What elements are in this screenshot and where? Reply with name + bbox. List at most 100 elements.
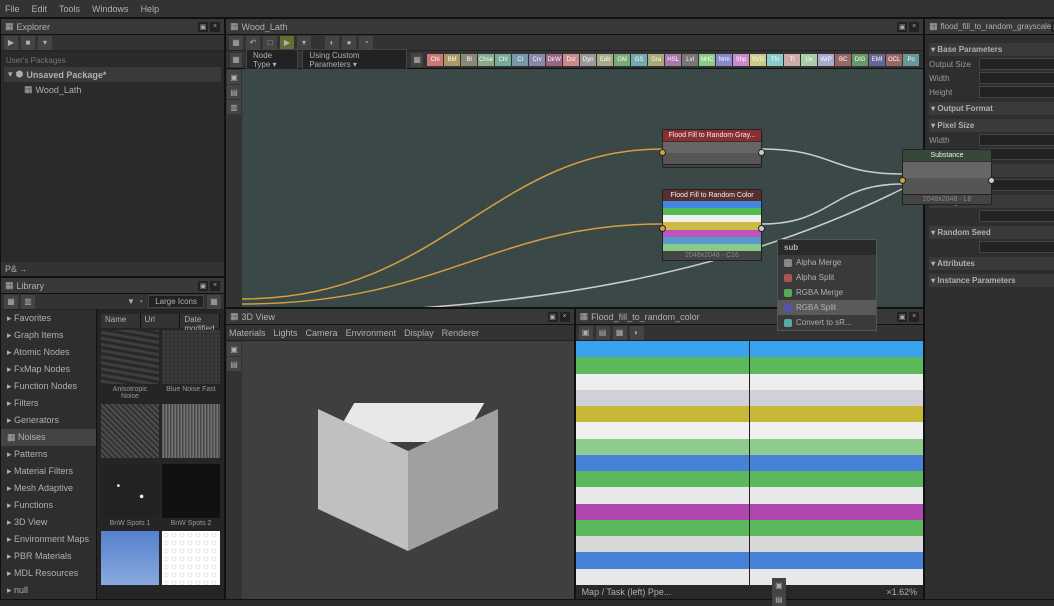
2dview-canvas-dup[interactable] bbox=[749, 341, 923, 585]
library-tool[interactable]: ▥ bbox=[21, 295, 35, 309]
context-menu-item[interactable]: Alpha Split bbox=[778, 270, 876, 285]
panel-pin-icon[interactable]: ▣ bbox=[548, 312, 558, 322]
graph-tool[interactable]: ▾ bbox=[297, 36, 311, 50]
prop-section[interactable]: ▾ Random Seed bbox=[929, 226, 1054, 239]
tree-graph-item[interactable]: ▦ Wood_Lath bbox=[4, 82, 221, 97]
prop-section[interactable]: ▾ Output Format bbox=[929, 102, 1054, 115]
node-tag[interactable]: Ux bbox=[801, 54, 817, 66]
panel-pin-icon[interactable]: ▣ bbox=[897, 22, 907, 32]
node-tag[interactable]: Gra bbox=[648, 54, 664, 66]
status-tool[interactable]: ▣ bbox=[772, 578, 786, 592]
menu-windows[interactable]: Windows bbox=[92, 4, 129, 14]
node-tag[interactable]: Chse bbox=[478, 54, 494, 66]
library-cat[interactable]: ▸ MDL Resources bbox=[1, 565, 96, 582]
node-tag[interactable]: Tl bbox=[784, 54, 800, 66]
graph-tool[interactable]: □ bbox=[263, 36, 277, 50]
node-port-in[interactable] bbox=[659, 149, 666, 156]
graph-node[interactable]: Flood Fill to Random Gray... bbox=[662, 129, 762, 168]
node-port-in[interactable] bbox=[899, 177, 906, 184]
3dview-menu-env[interactable]: Environment bbox=[346, 328, 397, 338]
node-tag[interactable]: DIG bbox=[852, 54, 868, 66]
3dview-menu-renderer[interactable]: Renderer bbox=[442, 328, 480, 338]
prop-input[interactable] bbox=[979, 210, 1054, 222]
panel-pin-icon[interactable]: ▣ bbox=[198, 281, 208, 291]
3dview-menu-materials[interactable]: Materials bbox=[229, 328, 266, 338]
node-tag[interactable]: NHC bbox=[699, 54, 715, 66]
node-tag[interactable]: EMI bbox=[869, 54, 885, 66]
context-menu-item[interactable]: Alpha Merge bbox=[778, 255, 876, 270]
graph-tool[interactable]: ▶ bbox=[280, 36, 294, 50]
prop-section[interactable]: ▾ Instance Parameters bbox=[929, 274, 1054, 287]
panel-close-icon[interactable]: × bbox=[560, 312, 570, 322]
panel-close-icon[interactable]: × bbox=[909, 22, 919, 32]
explorer-tool[interactable]: ▶ bbox=[4, 36, 18, 50]
context-menu-item[interactable]: Convert to sR... bbox=[778, 315, 876, 330]
node-tag[interactable]: GM bbox=[614, 54, 630, 66]
prop-input[interactable] bbox=[979, 86, 1054, 98]
library-thumb[interactable]: BnW Spots 2 bbox=[162, 464, 220, 529]
node-tag[interactable]: Chl bbox=[495, 54, 511, 66]
2dview-canvas[interactable] bbox=[576, 341, 749, 585]
library-cat[interactable]: ▸ Atomic Nodes bbox=[1, 344, 96, 361]
library-cat[interactable]: ▸ Filters bbox=[1, 395, 96, 412]
node-tag[interactable]: Dyn bbox=[580, 54, 596, 66]
library-tool[interactable]: ▦ bbox=[4, 295, 18, 309]
library-cat[interactable]: ▸ Patterns bbox=[1, 446, 96, 463]
node-tag[interactable]: HSL bbox=[665, 54, 681, 66]
3dview-menu-camera[interactable]: Camera bbox=[306, 328, 338, 338]
3dview-tool[interactable]: ▣ bbox=[227, 342, 241, 356]
library-cat[interactable]: ▸ Graph Items bbox=[1, 327, 96, 344]
graph-tool[interactable]: ↶ bbox=[246, 36, 260, 50]
library-tool[interactable]: ▦ bbox=[207, 295, 221, 309]
library-cat[interactable]: ▸ Environment Maps bbox=[1, 531, 96, 548]
library-thumb[interactable] bbox=[101, 531, 159, 589]
library-cat[interactable]: ▸ PBR Materials bbox=[1, 548, 96, 565]
panel-close-icon[interactable]: × bbox=[210, 281, 220, 291]
library-cat[interactable]: ▸ 3D View bbox=[1, 514, 96, 531]
col-name[interactable]: Name bbox=[101, 314, 141, 328]
node-tag[interactable]: Tfn bbox=[767, 54, 783, 66]
2dview-tool[interactable]: ▤ bbox=[596, 326, 610, 340]
3dview-tool[interactable]: ▤ bbox=[227, 357, 241, 371]
menu-file[interactable]: File bbox=[5, 4, 20, 14]
node-type-select[interactable]: Node Type ▾ bbox=[246, 49, 298, 71]
node-tag[interactable]: OCL bbox=[886, 54, 902, 66]
library-cat[interactable]: ▸ Mesh Adaptive bbox=[1, 480, 96, 497]
panel-close-icon[interactable]: × bbox=[909, 312, 919, 322]
graph-tool[interactable]: ● bbox=[342, 36, 356, 50]
node-tag[interactable]: Chl bbox=[427, 54, 443, 66]
node-tag[interactable]: Dst bbox=[563, 54, 579, 66]
node-port-out[interactable] bbox=[758, 149, 765, 156]
graph-canvas[interactable]: Flood Fill to Random Gray...Flood Fill t… bbox=[242, 69, 923, 307]
prop-section[interactable]: ▾ Pixel Size bbox=[929, 119, 1054, 132]
graph-side-tool[interactable]: ▣ bbox=[227, 70, 241, 84]
node-tag[interactable]: BM bbox=[444, 54, 460, 66]
library-size-select[interactable]: Large Icons bbox=[148, 295, 204, 308]
3dview-canvas[interactable] bbox=[242, 341, 574, 599]
node-tag[interactable]: SVG bbox=[750, 54, 766, 66]
3dview-menu-display[interactable]: Display bbox=[404, 328, 434, 338]
graph-tool[interactable]: ▦ bbox=[229, 36, 243, 50]
node-tag[interactable]: Lvl bbox=[682, 54, 698, 66]
panel-pin-icon[interactable]: ▣ bbox=[897, 312, 907, 322]
2dview-tool[interactable]: ◐ bbox=[630, 326, 644, 340]
node-tag[interactable]: WrP bbox=[818, 54, 834, 66]
prop-input[interactable] bbox=[979, 241, 1054, 253]
library-cat[interactable]: ▦ Noises bbox=[1, 429, 96, 446]
library-cat[interactable]: ▸ Generators bbox=[1, 412, 96, 429]
library-cat[interactable]: ▸ Function Nodes bbox=[1, 378, 96, 395]
node-tag[interactable]: DirW bbox=[546, 54, 562, 66]
prop-input[interactable] bbox=[979, 58, 1054, 70]
graph-side-tool[interactable]: ▥ bbox=[227, 100, 241, 114]
menu-tools[interactable]: Tools bbox=[59, 4, 80, 14]
prop-input[interactable] bbox=[979, 72, 1054, 84]
context-menu-item[interactable]: RGBA Merge bbox=[778, 285, 876, 300]
library-thumb[interactable]: Blue Noise Fast bbox=[162, 330, 220, 402]
col-date[interactable]: Date modified bbox=[180, 314, 220, 328]
library-cat[interactable]: ▸ Functions bbox=[1, 497, 96, 514]
prop-input[interactable] bbox=[979, 134, 1054, 146]
tree-package[interactable]: ▾ ⬢ Unsaved Package* bbox=[4, 67, 221, 82]
prop-section[interactable]: ▾ Base Parameters bbox=[929, 43, 1054, 56]
status-tool[interactable]: ▤ bbox=[772, 592, 786, 606]
node-tag[interactable]: GS bbox=[631, 54, 647, 66]
